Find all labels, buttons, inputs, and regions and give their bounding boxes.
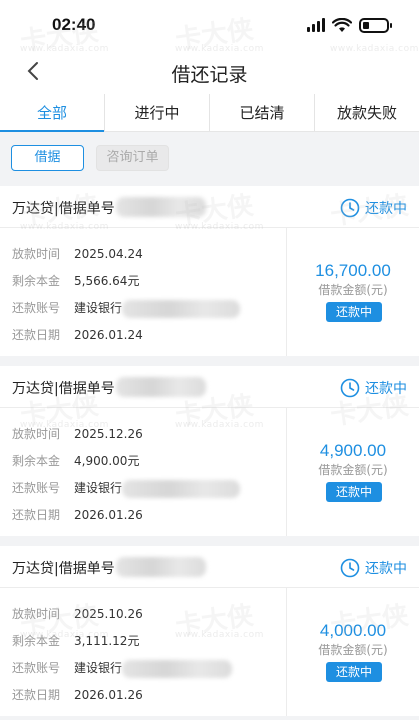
- account-label: 还款账号: [12, 481, 61, 495]
- loan-amount-label: 借款金额(元): [318, 463, 388, 477]
- card-status: 还款中: [340, 378, 407, 398]
- loan-time-row: 放款时间 2025.10.26: [12, 605, 143, 623]
- remaining-row: 剩余本金 4,900.00元: [12, 452, 139, 470]
- due-date-value: 2026.01.26: [74, 508, 143, 522]
- filter-consult-button[interactable]: 咨询订单: [96, 145, 169, 171]
- card-status-label: 还款中: [365, 561, 407, 577]
- clock-icon: [340, 378, 360, 398]
- tab-bar: 全部 进行中 已结清 放款失败: [0, 94, 419, 132]
- redacted-order-number: [116, 197, 206, 217]
- redacted-order-number: [116, 557, 206, 577]
- remaining-value: 5,566.64元: [74, 274, 140, 288]
- bank-name: 建设银行: [74, 481, 123, 495]
- battery-icon: [359, 17, 392, 33]
- loan-amount-label: 借款金额(元): [318, 643, 388, 657]
- card-title: 万达贷|借据单号: [12, 561, 115, 577]
- loan-time-value: 2025.12.26: [74, 427, 143, 441]
- loan-amount: 4,000.00: [319, 621, 387, 640]
- card-body: 放款时间 2025.10.26 剩余本金 3,111.12元 还款账号 建设银行 还款…: [0, 588, 419, 716]
- card-title: 万达贷|借据单号: [12, 381, 115, 397]
- loan-time-row: 放款时间 2025.12.26: [12, 425, 143, 443]
- loan-amount: 16,700.00: [315, 261, 391, 280]
- loan-time-label: 放款时间: [12, 427, 61, 441]
- nav-bar: 借还记录: [0, 50, 419, 94]
- remaining-value: 4,900.00元: [74, 454, 140, 468]
- tab-all[interactable]: 全部: [0, 94, 105, 132]
- loan-time-row: 放款时间 2025.04.24: [12, 245, 143, 263]
- tab-settled[interactable]: 已结清: [210, 94, 315, 131]
- due-date-row: 还款日期 2026.01.26: [12, 506, 143, 524]
- loan-time-label: 放款时间: [12, 247, 61, 261]
- card-body: 放款时间 2025.04.24 剩余本金 5,566.64元 还款账号 建设银行 还款…: [0, 228, 419, 356]
- filter-borrow-button[interactable]: 借据: [11, 145, 84, 171]
- card-status-label: 还款中: [365, 201, 407, 217]
- repaying-button[interactable]: 还款中: [326, 482, 382, 502]
- clock-icon: [340, 558, 360, 578]
- filter-row: 借据 咨询订单: [0, 132, 419, 186]
- account-label: 还款账号: [12, 661, 61, 675]
- account-row: 还款账号 建设银行: [12, 299, 122, 317]
- status-bar: 02:40: [0, 0, 419, 50]
- clock-icon: [340, 198, 360, 218]
- due-date-label: 还款日期: [12, 688, 61, 702]
- card-header: 万达贷|借据单号 还款中: [0, 366, 419, 408]
- bank-name: 建设银行: [74, 301, 123, 315]
- loan-time-value: 2025.10.26: [74, 607, 143, 621]
- remaining-value: 3,111.12元: [74, 634, 140, 648]
- loan-card[interactable]: 万达贷|借据单号 还款中 放款时间 2025.10.26 剩余本金 3,111.12…: [0, 546, 419, 716]
- signal-icon: [307, 18, 325, 32]
- loan-amount-label: 借款金额(元): [318, 283, 388, 297]
- card-status-label: 还款中: [365, 381, 407, 397]
- account-row: 还款账号 建设银行: [12, 479, 122, 497]
- wifi-icon: [332, 17, 352, 32]
- account-label: 还款账号: [12, 301, 61, 315]
- loan-amount: 4,900.00: [319, 441, 387, 460]
- tab-in-progress[interactable]: 进行中: [105, 94, 210, 131]
- account-row: 还款账号 建设银行: [12, 659, 122, 677]
- repaying-button[interactable]: 还款中: [326, 302, 382, 322]
- card-body: 放款时间 2025.12.26 剩余本金 4,900.00元 还款账号 建设银行 还款…: [0, 408, 419, 536]
- due-date-label: 还款日期: [12, 508, 61, 522]
- remaining-label: 剩余本金: [12, 454, 61, 468]
- loan-card[interactable]: 万达贷|借据单号 还款中 放款时间 2025.12.26 剩余本金 4,900.00…: [0, 366, 419, 536]
- loan-time-label: 放款时间: [12, 607, 61, 621]
- status-icons: [307, 16, 392, 34]
- redacted-account-number: [122, 480, 240, 498]
- loan-time-value: 2025.04.24: [74, 247, 143, 261]
- card-status: 还款中: [340, 198, 407, 218]
- card-status: 还款中: [340, 558, 407, 578]
- due-date-label: 还款日期: [12, 328, 61, 342]
- due-date-value: 2026.01.24: [74, 328, 143, 342]
- card-header: 万达贷|借据单号 还款中: [0, 186, 419, 228]
- bank-name: 建设银行: [74, 661, 123, 675]
- due-date-value: 2026.01.26: [74, 688, 143, 702]
- redacted-account-number: [122, 660, 232, 678]
- due-date-row: 还款日期 2026.01.26: [12, 686, 143, 704]
- page-title: 借还记录: [171, 64, 248, 86]
- tab-failed[interactable]: 放款失败: [315, 94, 419, 131]
- status-time: 02:40: [52, 15, 96, 34]
- remaining-label: 剩余本金: [12, 274, 61, 288]
- loan-card[interactable]: 万达贷|借据单号 还款中 放款时间 2025.04.24 剩余本金 5,566.64…: [0, 186, 419, 356]
- repaying-button[interactable]: 还款中: [326, 662, 382, 682]
- remaining-row: 剩余本金 3,111.12元: [12, 632, 139, 650]
- card-title: 万达贷|借据单号: [12, 201, 115, 217]
- redacted-account-number: [122, 300, 240, 318]
- card-header: 万达贷|借据单号 还款中: [0, 546, 419, 588]
- remaining-label: 剩余本金: [12, 634, 61, 648]
- due-date-row: 还款日期 2026.01.24: [12, 326, 143, 344]
- redacted-order-number: [116, 377, 206, 397]
- remaining-row: 剩余本金 5,566.64元: [12, 272, 139, 290]
